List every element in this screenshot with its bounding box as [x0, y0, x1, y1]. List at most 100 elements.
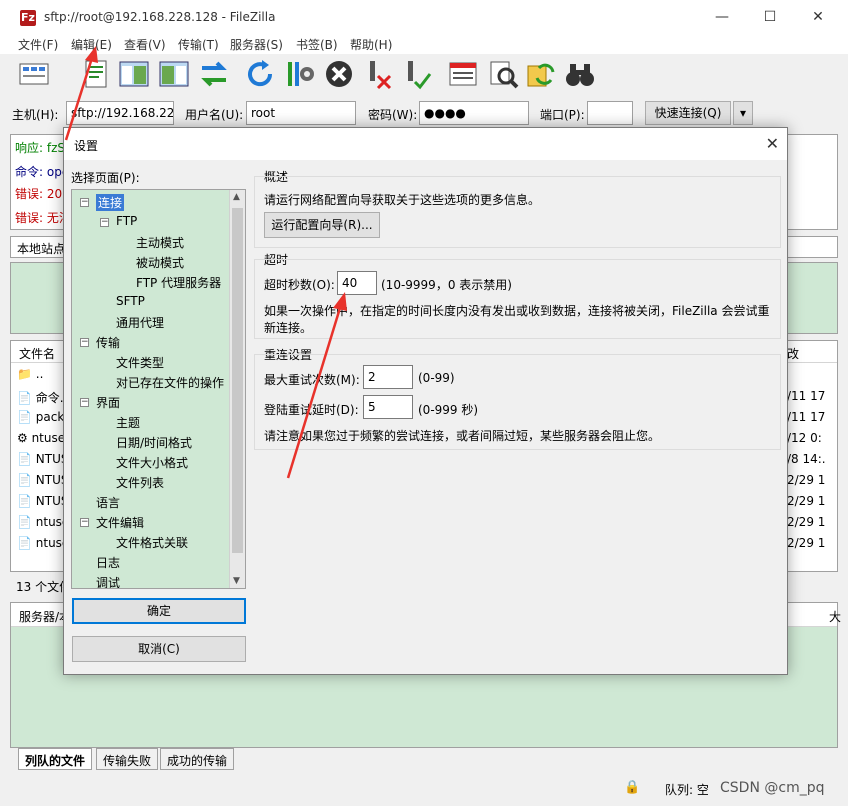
column-filename[interactable]: 文件名: [19, 345, 55, 362]
timeout-description-cont: 新连接。: [264, 321, 313, 335]
menu-view[interactable]: 查看(V): [124, 36, 166, 53]
table-row[interactable]: 📁 ..: [17, 367, 43, 381]
menu-edit[interactable]: 编辑(E): [71, 36, 112, 53]
tree-item[interactable]: 文件大小格式: [116, 454, 188, 471]
minimize-button[interactable]: —: [712, 8, 732, 28]
tree-item[interactable]: 文件格式关联: [116, 534, 188, 551]
host-label: 主机(H):: [12, 108, 59, 122]
local-site-label: 本地站点: [17, 242, 66, 256]
lock-icon: 🔒: [624, 780, 641, 795]
find-binoculars-icon[interactable]: [564, 58, 596, 90]
remote-tree-icon[interactable]: [158, 58, 190, 90]
table-row[interactable]: 📄 ntuse: [17, 515, 69, 529]
menu-transfer[interactable]: 传输(T): [178, 36, 219, 53]
sync-browsing-icon[interactable]: [525, 58, 557, 90]
table-row[interactable]: 📄 ntuse: [17, 536, 69, 550]
tree-toggle-icon[interactable]: −: [80, 198, 89, 207]
table-row[interactable]: ⚙ ntuse: [17, 431, 65, 445]
dialog-title: 设置: [74, 139, 99, 153]
menu-server[interactable]: 服务器(S): [230, 36, 283, 53]
run-wizard-button[interactable]: 运行配置向导(R)...: [264, 212, 380, 238]
reconnect-icon[interactable]: [400, 58, 432, 90]
tree-item[interactable]: 日志: [96, 554, 120, 571]
message-log-icon[interactable]: [80, 58, 112, 90]
username-input[interactable]: root: [246, 101, 356, 125]
retry-delay-input[interactable]: 5: [363, 395, 413, 419]
tree-scroll-thumb[interactable]: [232, 208, 243, 553]
tree-item[interactable]: 文件类型: [116, 354, 164, 371]
menu-bookmarks[interactable]: 书签(B): [296, 36, 338, 53]
menu-file[interactable]: 文件(F): [18, 36, 58, 53]
process-queue-icon[interactable]: [284, 58, 316, 90]
settings-dialog: 设置 ✕ 选择页面(P): − 连接 − FTP 主动模式 被动模式 FTP 代理服务器 SF…: [63, 127, 788, 675]
window-title: sftp://root@192.168.228.128 - FileZilla: [44, 10, 276, 24]
menu-bar: 文件(F) 编辑(E) 查看(V) 传输(T) 服务器(S) 书签(B) 帮助(…: [0, 34, 848, 54]
tree-item[interactable]: SFTP: [116, 294, 145, 308]
search-files-icon[interactable]: [487, 58, 519, 90]
tree-toggle-icon[interactable]: −: [80, 398, 89, 407]
disconnect-icon[interactable]: [362, 58, 394, 90]
tree-item[interactable]: FTP: [116, 214, 137, 228]
ok-button[interactable]: 确定: [72, 598, 246, 624]
table-row[interactable]: 📄 pack: [17, 410, 64, 424]
quickconnect-dropdown-button[interactable]: ▾: [733, 101, 753, 125]
table-row[interactable]: 📄 NTUS: [17, 452, 68, 466]
tree-item[interactable]: 文件编辑: [96, 514, 144, 531]
local-tree-icon[interactable]: [118, 58, 150, 90]
tab-failed-transfers[interactable]: 传输失败: [96, 748, 159, 770]
table-row[interactable]: 📄 NTUS: [17, 473, 68, 487]
tree-item[interactable]: 界面: [96, 394, 120, 411]
timeout-input[interactable]: 40: [337, 271, 377, 295]
tab-queued-files[interactable]: 列队的文件: [18, 748, 93, 770]
password-input[interactable]: ●●●●: [419, 101, 529, 125]
max-retries-input[interactable]: 2: [363, 365, 413, 389]
tree-item[interactable]: 被动模式: [136, 254, 184, 271]
tab-successful-transfers[interactable]: 成功的传输: [160, 748, 235, 770]
table-row[interactable]: 📄 命令.: [17, 389, 64, 406]
table-row[interactable]: 📄 NTUS: [17, 494, 68, 508]
menu-help[interactable]: 帮助(H): [350, 36, 392, 53]
site-manager-icon[interactable]: [18, 58, 50, 90]
max-retries-hint: (0-99): [418, 371, 455, 385]
directory-listing-filter-icon[interactable]: [447, 58, 479, 90]
status-bar: 🔒 队列: 空 CSDN @cm_pq: [0, 772, 848, 806]
tree-toggle-icon[interactable]: −: [100, 218, 109, 227]
close-window-button[interactable]: ✕: [808, 8, 828, 28]
tree-item[interactable]: 通用代理: [116, 314, 164, 331]
tree-item[interactable]: 连接: [96, 194, 125, 211]
scroll-down-icon[interactable]: ▼: [233, 576, 240, 586]
log-line: 错误: 20: [15, 187, 63, 201]
tree-toggle-icon[interactable]: −: [80, 338, 89, 347]
tree-item[interactable]: 主动模式: [136, 234, 184, 251]
settings-page-tree[interactable]: − 连接 − FTP 主动模式 被动模式 FTP 代理服务器 SFTP 通用代理 − 传输 文件类型对…: [71, 189, 246, 589]
port-input[interactable]: [587, 101, 633, 125]
tree-scrollbar[interactable]: ▲ ▼: [229, 190, 245, 588]
tree-item[interactable]: FTP 代理服务器: [136, 274, 221, 291]
tree-item[interactable]: 日期/时间格式: [116, 434, 192, 451]
tree-item[interactable]: 传输: [96, 334, 120, 351]
transfer-queue-icon[interactable]: [198, 58, 230, 90]
cancel-button[interactable]: 取消(C): [72, 636, 246, 662]
tree-toggle-icon[interactable]: −: [80, 518, 89, 527]
tree-item[interactable]: 对已存在文件的操作: [116, 374, 224, 391]
port-label: 端口(P):: [540, 108, 585, 122]
tree-item[interactable]: 调试: [96, 574, 120, 588]
dialog-close-button[interactable]: ✕: [766, 134, 779, 153]
column-modified[interactable]: 改: [787, 345, 799, 362]
modified-cell: /11 17: [787, 389, 826, 403]
tree-item[interactable]: 文件列表: [116, 474, 164, 491]
quickconnect-button[interactable]: 快速连接(Q): [645, 101, 731, 125]
retry-delay-hint: (0-999 秒): [418, 403, 479, 417]
retry-delay-label: 登陆重试延时(D):: [264, 403, 359, 417]
maximize-button[interactable]: ☐: [760, 8, 780, 28]
timeout-description: 如果一次操作中，在指定的时间长度内没有发出或收到数据，连接将被关闭，FileZi…: [264, 304, 770, 318]
tree-item[interactable]: 语言: [96, 494, 120, 511]
tree-item[interactable]: 主题: [116, 414, 140, 431]
host-input[interactable]: sftp://192.168.228: [66, 101, 174, 125]
column-size[interactable]: 大: [829, 608, 841, 625]
refresh-icon[interactable]: [244, 58, 276, 90]
cancel-operation-icon[interactable]: [323, 58, 355, 90]
password-label: 密码(W):: [368, 108, 418, 122]
modified-cell: 2/29 1: [787, 494, 826, 508]
scroll-up-icon[interactable]: ▲: [233, 192, 240, 202]
